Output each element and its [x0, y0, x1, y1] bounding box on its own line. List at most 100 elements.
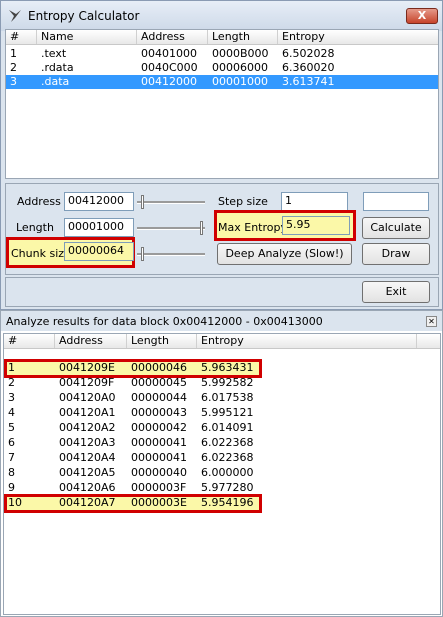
column-header[interactable]: Entropy	[197, 334, 417, 348]
column-header[interactable]: #	[4, 334, 55, 348]
chunk-size-label: Chunk size	[11, 247, 71, 260]
result-cell-length: 00000041	[131, 436, 187, 449]
results-pane: Analyze results for data block 0x0041200…	[0, 310, 443, 617]
window-title: Entropy Calculator	[28, 9, 140, 23]
result-row[interactable]: 4 004120A1 00000043 5.995121	[4, 406, 440, 420]
result-cell-length: 0000003E	[131, 496, 187, 509]
max-entropy-field[interactable]: 5.95	[282, 216, 350, 235]
result-row[interactable]: 1 0041209E 00000046 5.963431	[4, 361, 440, 375]
column-header[interactable]: Length	[127, 334, 197, 348]
segment-cell-address: 00401000	[141, 47, 197, 60]
slider-thumb[interactable]	[141, 247, 144, 261]
result-row[interactable]: 6 004120A3 00000041 6.022368	[4, 436, 440, 450]
draw-button[interactable]: Draw	[362, 243, 430, 265]
results-title: Analyze results for data block 0x0041200…	[6, 315, 323, 328]
result-cell-address: 004120A7	[59, 496, 116, 509]
result-cell-length: 0000003F	[131, 481, 187, 494]
result-cell-n: 8	[8, 466, 15, 479]
exit-button[interactable]: Exit	[362, 281, 430, 303]
result-cell-entropy: 6.022368	[201, 436, 254, 449]
result-cell-entropy: 5.992582	[201, 376, 254, 389]
segment-cell-entropy: 6.502028	[282, 47, 335, 60]
address-field[interactable]: 00412000	[64, 192, 134, 211]
result-cell-address: 004120A4	[59, 451, 116, 464]
step-size-label: Step size	[218, 195, 268, 208]
title-bar: Entropy Calculator X	[1, 1, 442, 31]
segment-cell-n: 2	[10, 61, 17, 74]
deep-analyze-button[interactable]: Deep Analyze (Slow!)	[217, 243, 352, 265]
result-cell-n: 4	[8, 406, 15, 419]
app-icon	[9, 10, 21, 22]
result-cell-address: 004120A6	[59, 481, 116, 494]
result-cell-address: 004120A0	[59, 391, 116, 404]
column-header[interactable]: Name	[37, 30, 137, 44]
result-cell-n: 9	[8, 481, 15, 494]
result-row[interactable]: 5 004120A2 00000042 6.014091	[4, 421, 440, 435]
segment-row[interactable]: 1 .text 00401000 0000B000 6.502028	[6, 47, 438, 61]
result-cell-entropy: 5.963431	[201, 361, 254, 374]
result-cell-address: 0041209F	[59, 376, 115, 389]
slider-thumb[interactable]	[200, 221, 203, 235]
result-cell-length: 00000043	[131, 406, 187, 419]
close-icon[interactable]: ✕	[426, 316, 437, 327]
result-cell-entropy: 5.977280	[201, 481, 254, 494]
length-slider[interactable]	[137, 221, 205, 235]
result-cell-address: 004120A3	[59, 436, 116, 449]
controls-panel: Address 00412000 Length 00001000 Chunk s…	[5, 183, 439, 275]
segment-cell-address: 0040C000	[141, 61, 198, 74]
result-cell-length: 00000045	[131, 376, 187, 389]
address-label: Address	[17, 195, 61, 208]
slider-thumb[interactable]	[141, 195, 144, 209]
results-list[interactable]: # Address Length Entropy 1 0041209E 000000…	[3, 333, 441, 615]
max-entropy-label: Max Entropy	[218, 221, 287, 234]
bottom-bar: Exit	[5, 277, 439, 307]
chunk-size-slider[interactable]	[137, 247, 205, 261]
entropy-calculator-window: Entropy Calculator X # Name Address Leng…	[0, 0, 443, 310]
result-row[interactable]: 8 004120A5 00000040 6.000000	[4, 466, 440, 480]
close-button[interactable]: X	[406, 8, 438, 24]
segment-list[interactable]: # Name Address Length Entropy 1 .text 0040…	[5, 29, 439, 179]
length-field[interactable]: 00001000	[64, 218, 134, 237]
results-list-header: # Address Length Entropy	[4, 334, 440, 349]
result-cell-length: 00000041	[131, 451, 187, 464]
result-row[interactable]: 2 0041209F 00000045 5.992582	[4, 376, 440, 390]
step-size-field[interactable]: 1	[281, 192, 348, 211]
result-cell-entropy: 5.954196	[201, 496, 254, 509]
column-header[interactable]: Length	[208, 30, 278, 44]
segment-cell-name: .data	[41, 75, 70, 88]
extra-field[interactable]	[363, 192, 429, 211]
result-row[interactable]: 9 004120A6 0000003F 5.977280	[4, 481, 440, 495]
calculate-button[interactable]: Calculate	[362, 217, 430, 239]
result-cell-address: 004120A2	[59, 421, 116, 434]
result-cell-length: 00000046	[131, 361, 187, 374]
result-cell-length: 00000040	[131, 466, 187, 479]
segment-cell-length: 00006000	[212, 61, 268, 74]
segment-cell-address: 00412000	[141, 75, 197, 88]
result-cell-n: 7	[8, 451, 15, 464]
address-slider[interactable]	[137, 195, 205, 209]
result-row[interactable]: 10 004120A7 0000003E 5.954196	[4, 496, 440, 510]
segment-cell-name: .rdata	[41, 61, 74, 74]
column-header[interactable]: #	[6, 30, 37, 44]
segment-row[interactable]: 2 .rdata 0040C000 00006000 6.360020	[6, 61, 438, 75]
result-row[interactable]: 7 004120A4 00000041 6.022368	[4, 451, 440, 465]
segment-cell-entropy: 6.360020	[282, 61, 335, 74]
segment-cell-length: 0000B000	[212, 47, 269, 60]
result-cell-address: 0041209E	[59, 361, 115, 374]
result-cell-n: 3	[8, 391, 15, 404]
result-cell-entropy: 5.995121	[201, 406, 254, 419]
result-row[interactable]: 3 004120A0 00000044 6.017538	[4, 391, 440, 405]
result-cell-entropy: 6.014091	[201, 421, 254, 434]
column-header[interactable]: Address	[55, 334, 127, 348]
segment-row[interactable]: 3 .data 00412000 00001000 3.613741	[6, 75, 438, 89]
results-header: Analyze results for data block 0x0041200…	[1, 311, 442, 331]
column-header[interactable]: Entropy	[278, 30, 438, 44]
result-cell-n: 6	[8, 436, 15, 449]
chunk-size-field[interactable]: 00000064	[64, 242, 134, 261]
result-cell-address: 004120A5	[59, 466, 116, 479]
result-cell-entropy: 6.017538	[201, 391, 254, 404]
result-cell-n: 10	[8, 496, 22, 509]
column-header[interactable]: Address	[137, 30, 208, 44]
segment-cell-n: 3	[10, 75, 17, 88]
result-cell-n: 2	[8, 376, 15, 389]
